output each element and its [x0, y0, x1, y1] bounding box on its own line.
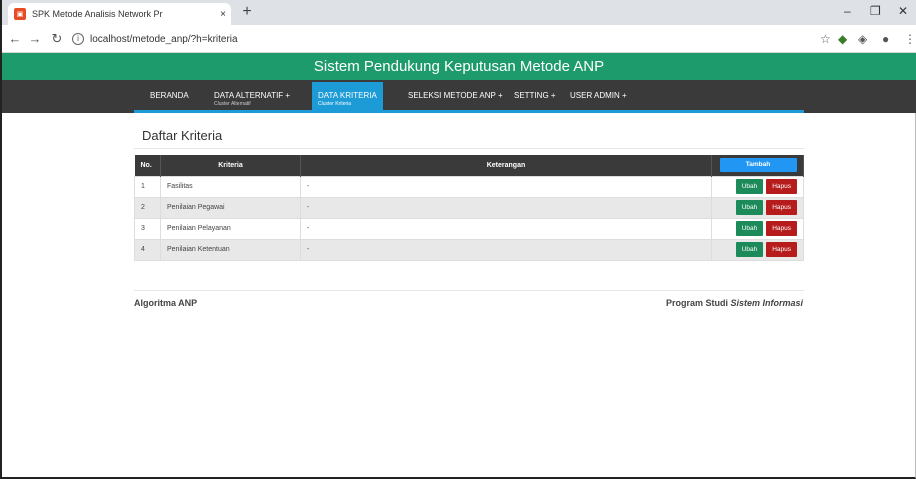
cell-no: 1 [134, 175, 161, 198]
cell-keterangan: - [300, 196, 712, 219]
nav-label: SETTING + [514, 91, 556, 100]
edit-button[interactable]: Ubah [735, 242, 764, 257]
criteria-table: No. Kriteria Keterangan Tambah 1 Fasilit… [134, 155, 804, 261]
footer-credit-prefix: Program Studi [665, 298, 731, 308]
nav-seleksi-metode[interactable]: SELEKSI METODE ANP + [402, 80, 509, 113]
browser-tab[interactable]: ▣ SPK Metode Analisis Network Pr × [8, 3, 231, 25]
edit-button[interactable]: Ubah [735, 200, 764, 215]
url-text: localhost/metode_anp/?h=kriteria [90, 33, 238, 45]
edit-button[interactable]: Ubah [735, 221, 764, 236]
edit-button[interactable]: Ubah [735, 179, 764, 194]
nav-sublabel: Cluster Alternatif [214, 101, 251, 107]
table-row: 3 Penilaian Pelayanan - Ubah Hapus [134, 217, 804, 240]
tab-close-icon[interactable]: × [215, 9, 231, 20]
col-no: No. [134, 155, 161, 176]
cell-kriteria: Penilaian Pelayanan [160, 217, 301, 240]
nav-user-admin[interactable]: USER ADMIN + [564, 80, 633, 113]
cell-keterangan: - [300, 238, 712, 261]
delete-button[interactable]: Hapus [766, 200, 797, 215]
site-header: Sistem Pendukung Keputusan Metode ANP [2, 53, 916, 80]
footer-credit: Program Studi Sistem Informasi [666, 298, 803, 308]
nav-label: BERANDA [150, 91, 189, 100]
address-bar-row: ← → ↻ i localhost/metode_anp/?h=kriteria… [2, 25, 916, 53]
extension-icon[interactable]: ◆ [838, 32, 847, 46]
page-title: Daftar Kriteria [142, 128, 223, 143]
url-bar[interactable]: i localhost/metode_anp/?h=kriteria [72, 29, 812, 49]
cell-kriteria: Penilaian Ketentuan [160, 238, 301, 261]
bookmark-star-icon[interactable]: ☆ [820, 32, 831, 46]
cell-actions: Ubah Hapus [711, 175, 804, 198]
footer-credit-program: Sistem Informasi [730, 298, 803, 308]
browser-window: ▣ SPK Metode Analisis Network Pr × + – ❐… [0, 0, 916, 479]
maximize-icon[interactable]: ❐ [870, 4, 881, 18]
footer-divider [134, 290, 804, 291]
back-arrow-icon[interactable]: ← [8, 31, 22, 46]
footer-brand: Algoritma ANP [134, 298, 198, 308]
table-row: 1 Fasilitas - Ubah Hapus [134, 175, 804, 198]
cell-no: 3 [134, 217, 161, 240]
nav-setting[interactable]: SETTING + [508, 80, 562, 113]
col-kriteria: Kriteria [160, 155, 301, 176]
col-actions: Tambah [711, 155, 804, 176]
main-nav: BERANDA DATA ALTERNATIF + Cluster Altern… [2, 80, 916, 113]
nav-data-kriteria[interactable]: DATA KRITERIA Cluster Kriteria [312, 82, 383, 113]
profile-icon[interactable]: ● [882, 32, 889, 46]
close-window-icon[interactable]: ✕ [898, 4, 908, 18]
col-keterangan: Keterangan [300, 155, 712, 176]
divider [134, 148, 804, 149]
nav-underline [134, 110, 804, 113]
minimize-icon[interactable]: – [844, 4, 851, 18]
delete-button[interactable]: Hapus [766, 179, 797, 194]
cell-kriteria: Fasilitas [160, 175, 301, 198]
site-favicon-icon: ▣ [14, 8, 26, 20]
tab-strip: ▣ SPK Metode Analisis Network Pr × + – ❐… [2, 0, 916, 25]
nav-label: SELEKSI METODE ANP + [408, 91, 503, 100]
delete-button[interactable]: Hapus [766, 221, 797, 236]
table-row: 4 Penilaian Ketentuan - Ubah Hapus [134, 238, 804, 261]
forward-arrow-icon[interactable]: → [28, 31, 42, 46]
nav-label: DATA KRITERIA [318, 91, 377, 100]
cell-kriteria: Penilaian Pegawai [160, 196, 301, 219]
reload-icon[interactable]: ↻ [50, 31, 64, 47]
table-row: 2 Penilaian Pegawai - Ubah Hapus [134, 196, 804, 219]
menu-dots-icon[interactable]: ⋮ [904, 32, 916, 46]
new-tab-button[interactable]: + [238, 4, 256, 22]
cell-keterangan: - [300, 175, 712, 198]
nav-data-alternatif[interactable]: DATA ALTERNATIF + Cluster Alternatif [208, 80, 296, 113]
cell-keterangan: - [300, 217, 712, 240]
cell-no: 2 [134, 196, 161, 219]
delete-button[interactable]: Hapus [766, 242, 797, 257]
nav-beranda[interactable]: BERANDA [144, 80, 195, 113]
info-icon[interactable]: i [72, 33, 84, 45]
cell-no: 4 [134, 238, 161, 261]
nav-sublabel: Cluster Kriteria [318, 101, 352, 107]
table-header-row: No. Kriteria Keterangan Tambah [134, 155, 804, 176]
cell-actions: Ubah Hapus [711, 196, 804, 219]
cell-actions: Ubah Hapus [711, 238, 804, 261]
nav-label: USER ADMIN + [570, 91, 627, 100]
shield-icon[interactable]: ◈ [858, 32, 867, 46]
add-button[interactable]: Tambah [719, 158, 797, 173]
nav-label: DATA ALTERNATIF + [214, 91, 291, 100]
cell-actions: Ubah Hapus [711, 217, 804, 240]
tab-title: SPK Metode Analisis Network Pr [32, 9, 163, 19]
